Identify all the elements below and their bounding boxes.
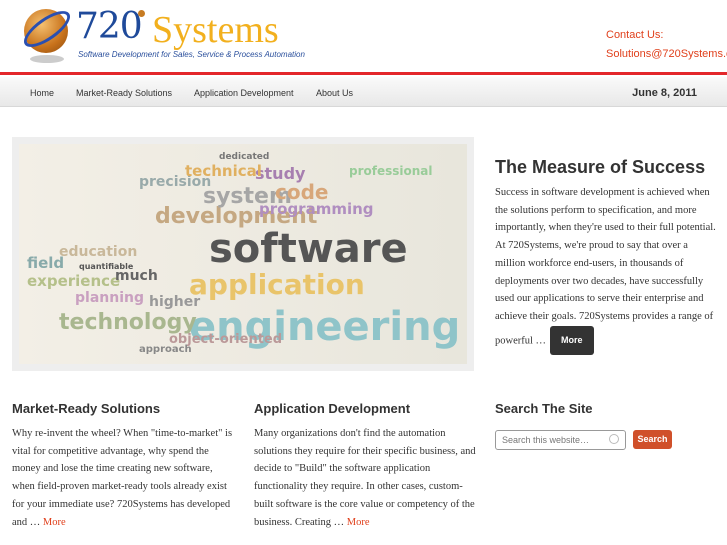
search-title: Search The Site [495, 401, 593, 416]
appdev-text: Many organizations don't find the automa… [254, 425, 476, 531]
market-title: Market-Ready Solutions [12, 401, 161, 416]
hero-image: software engineering application develop… [12, 137, 474, 371]
cloud-word: experience [27, 272, 121, 290]
logo-number[interactable]: 720 [76, 6, 143, 47]
market-more-link[interactable]: More [43, 517, 66, 528]
cloud-word: professional [349, 164, 433, 178]
market-body: Why re-invent the wheel? When "time-to-m… [12, 428, 233, 528]
measure-text: Success in software development is achie… [495, 184, 717, 356]
logo-name[interactable]: Systems [152, 8, 279, 52]
site-header: 720 Systems Software Development for Sal… [0, 0, 727, 74]
cloud-word: technical [185, 162, 262, 180]
cloud-word: study [255, 164, 306, 183]
cloud-word: dedicated [219, 152, 270, 162]
measure-title: The Measure of Success [495, 157, 706, 177]
contact-email-link[interactable]: Solutions@720Systems.com [606, 45, 727, 64]
cloud-word: approach [139, 344, 192, 355]
cloud-word: code [275, 180, 329, 204]
cloud-word: higher [149, 294, 201, 310]
measure-body: Success in software development is achie… [495, 187, 716, 346]
appdev-more-link[interactable]: More [347, 517, 370, 528]
header-divider [0, 72, 727, 75]
nav-market-ready-solutions[interactable]: Market-Ready Solutions [76, 88, 172, 98]
cloud-word: education [59, 244, 138, 260]
cloud-word: software [209, 226, 408, 272]
appdev-body: Many organizations don't find the automa… [254, 428, 476, 528]
cloud-word: planning [75, 290, 144, 306]
nav-about-us[interactable]: About Us [316, 88, 353, 98]
cloud-word: quantifiable [79, 262, 134, 271]
market-text: Why re-invent the wheel? When "time-to-m… [12, 425, 234, 531]
search-input[interactable]: Search this website… [495, 430, 626, 450]
main-nav: Home Market-Ready Solutions Application … [0, 77, 727, 107]
current-date: June 8, 2011 [632, 87, 697, 99]
contact-label: Contact Us: [606, 29, 664, 41]
contact-info: Contact Us: Solutions@720Systems.com [606, 26, 727, 64]
search-button[interactable]: Search [633, 430, 672, 449]
nav-application-development[interactable]: Application Development [194, 88, 294, 98]
tagline: Software Development for Sales, Service … [78, 50, 305, 59]
logo-shadow [30, 55, 64, 63]
search-placeholder: Search this website… [502, 435, 590, 445]
search-icon [609, 434, 619, 444]
more-button[interactable]: More [550, 325, 594, 356]
appdev-title: Application Development [254, 401, 411, 416]
cloud-word: application [189, 268, 365, 301]
nav-home[interactable]: Home [30, 88, 54, 98]
word-cloud-image: software engineering application develop… [19, 144, 467, 364]
logo-degree-icon [138, 10, 145, 17]
